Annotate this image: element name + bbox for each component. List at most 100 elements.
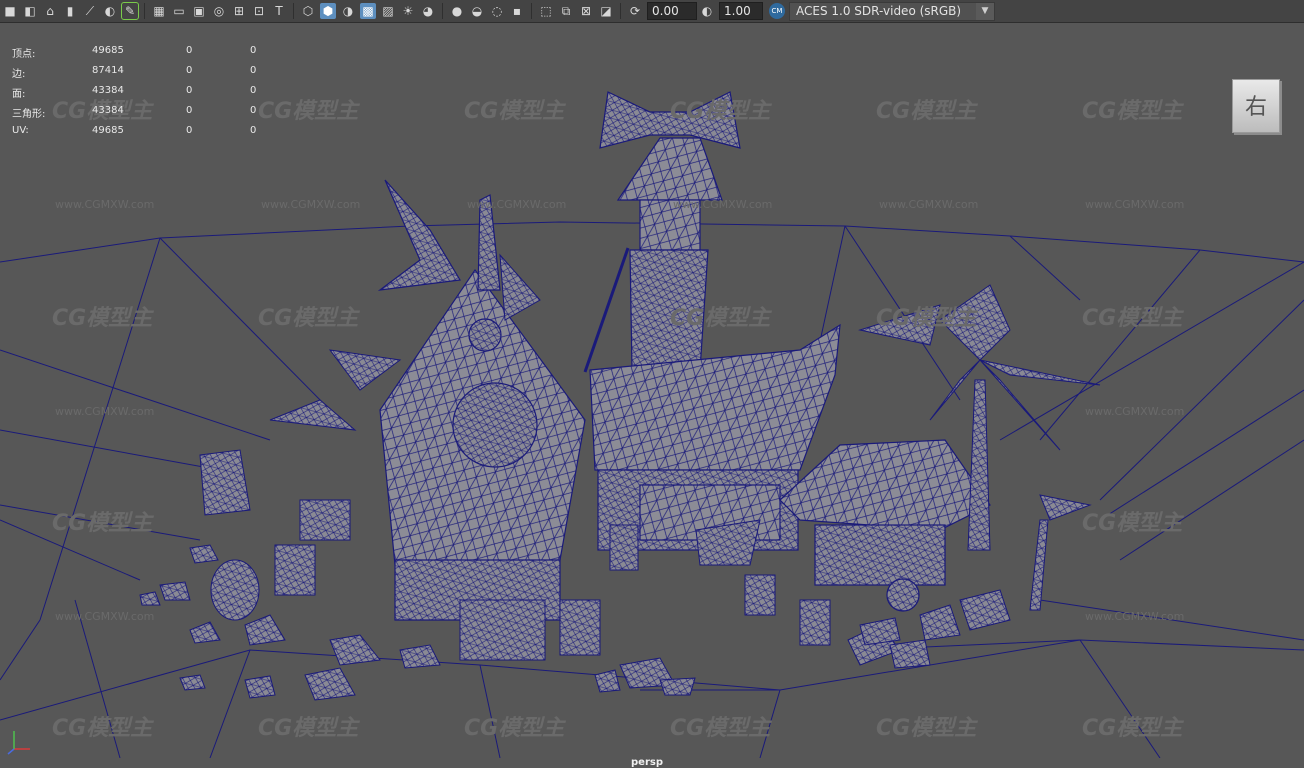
watermark-text: CG模型主 <box>876 306 978 331</box>
backface-icon[interactable]: ◪ <box>598 3 614 19</box>
use-lights-icon[interactable]: ☀ <box>400 3 416 19</box>
hud-value: 0 <box>250 125 257 136</box>
hud-value: 49685 <box>92 125 124 136</box>
isolate-tools: ⬚ ⧉ ⊠ ◪ <box>536 0 616 22</box>
anti-aliasing-icon[interactable]: ◌ <box>489 3 505 19</box>
camera-tools: ■ ◧ ⌂ ▮ ⟋ ◐ ✎ <box>0 0 140 22</box>
toolbar-divider <box>531 3 532 19</box>
watermark-text: CG模型主 <box>258 99 360 124</box>
watermark-url: www.CGMXW.com <box>55 405 154 418</box>
watermark-text: CG模型主 <box>876 99 978 124</box>
watermark-text: CG模型主 <box>670 716 772 741</box>
watermark-text: CG模型主 <box>1082 99 1184 124</box>
safe-action-icon[interactable]: ⊡ <box>251 3 267 19</box>
camera-name-label: persp <box>631 757 663 768</box>
hud-value: 0 <box>186 45 193 56</box>
chevron-down-icon[interactable]: ▼ <box>976 2 994 20</box>
ambient-occlusion-icon[interactable]: ● <box>449 3 465 19</box>
field-chart-icon[interactable]: ⊞ <box>231 3 247 19</box>
hud-value: 49685 <box>92 45 124 56</box>
hud-value: 87414 <box>92 65 124 76</box>
hud-value: 43384 <box>92 105 124 116</box>
grid-icon[interactable]: ◐ <box>102 3 118 19</box>
camera-attributes-icon[interactable]: ◧ <box>22 3 38 19</box>
grid-icon[interactable]: ▦ <box>151 3 167 19</box>
hud-row-faces: 面: 43384 0 0 <box>12 85 272 105</box>
watermark-url: www.CGMXW.com <box>673 198 772 211</box>
watermark-url: www.CGMXW.com <box>55 610 154 623</box>
bookmark-icon[interactable]: ▮ <box>62 3 78 19</box>
color-space-value: ACES 1.0 SDR-video (sRGB) <box>796 3 962 18</box>
watermark-text: CG模型主 <box>1082 716 1184 741</box>
hud-value: 0 <box>250 45 257 56</box>
shading-tools: ⬡ ⬢ ◑ ▩ ▨ ☀ ◕ <box>298 0 438 22</box>
default-material-icon[interactable]: ◑ <box>340 3 356 19</box>
hud-value: 0 <box>250 105 257 116</box>
market-stall-mesh <box>779 439 991 612</box>
3d-viewport[interactable]: CG模型主 CG模型主 CG模型主 CG模型主 CG模型主 CG模型主 www.… <box>0 23 1304 768</box>
exposure-icon[interactable]: ⟳ <box>627 3 643 19</box>
toolbar-divider <box>293 3 294 19</box>
toolbar-divider <box>442 3 443 19</box>
safe-title-icon[interactable]: T <box>271 3 287 19</box>
hud-label: 边: <box>12 69 26 80</box>
hud-label: 面: <box>12 89 26 100</box>
viewport-toolbar: ■ ◧ ⌂ ▮ ⟋ ◐ ✎ ▦ ▭ ▣ ◎ ⊞ ⊡ T ⬡ ⬢ ◑ ▩ ▨ ☀ … <box>0 0 1304 23</box>
render-tools: ● ◒ ◌ ▪ <box>447 0 527 22</box>
hud-row-uvs: UV: 49685 0 0 <box>12 125 272 145</box>
watermark-text: CG模型主 <box>52 306 154 331</box>
watermark-text: CG模型主 <box>464 716 566 741</box>
resolution-gate-icon[interactable]: ▣ <box>191 3 207 19</box>
hud-label: 三角形: <box>12 109 46 120</box>
hud-value: 0 <box>186 105 193 116</box>
axis-gizmo-icon <box>7 731 30 755</box>
watermark-text: CG模型主 <box>670 306 772 331</box>
hud-label: UV: <box>12 125 29 136</box>
watermark-text: CG模型主 <box>670 99 772 124</box>
watermark-text: CG模型主 <box>876 716 978 741</box>
hud-value: 0 <box>186 125 193 136</box>
textured-icon[interactable]: ▩ <box>360 3 376 19</box>
watermark-url: www.CGMXW.com <box>879 198 978 211</box>
exposure-field[interactable]: 0.00 <box>647 2 697 20</box>
watermark-url: www.CGMXW.com <box>261 198 360 211</box>
toolbar-divider <box>144 3 145 19</box>
watermark-text: CG模型主 <box>1082 511 1184 536</box>
depth-of-field-icon[interactable]: ▪ <box>509 3 525 19</box>
select-camera-icon[interactable]: ✎ <box>121 2 139 20</box>
gate-mask-icon[interactable]: ◎ <box>211 3 227 19</box>
watermark-text: CG模型主 <box>52 716 154 741</box>
color-management-icon[interactable]: CM <box>769 3 785 19</box>
hud-value: 0 <box>186 65 193 76</box>
color-space-dropdown[interactable]: ACES 1.0 SDR-video (sRGB) ▼ <box>789 1 995 21</box>
toolbar-divider <box>620 3 621 19</box>
xray-icon[interactable]: ⧉ <box>558 3 574 19</box>
gate-tools: ▦ ▭ ▣ ◎ ⊞ ⊡ T <box>149 0 289 22</box>
camera-icon[interactable]: ■ <box>2 3 18 19</box>
hud-row-vertices: 顶点: 49685 0 0 <box>12 45 272 65</box>
watermark-url: www.CGMXW.com <box>1085 198 1184 211</box>
watermark-text: CG模型主 <box>1082 306 1184 331</box>
gamma-field[interactable]: 1.00 <box>719 2 763 20</box>
watermark-text: CG模型主 <box>258 306 360 331</box>
color-tools: ⟳ 0.00 ◐ 1.00 CM ACES 1.0 SDR-video (sRG… <box>625 0 995 22</box>
hud-value: 0 <box>250 85 257 96</box>
watermark-url: www.CGMXW.com <box>1085 610 1184 623</box>
image-plane-icon[interactable]: ⟋ <box>82 3 98 19</box>
watermark-url: www.CGMXW.com <box>55 198 154 211</box>
smooth-shade-icon[interactable]: ⬢ <box>320 3 336 19</box>
view-cube[interactable]: 右 <box>1232 79 1280 133</box>
motion-blur-icon[interactable]: ◒ <box>469 3 485 19</box>
wireframe-icon[interactable]: ⬡ <box>300 3 316 19</box>
watermark-url: www.CGMXW.com <box>467 198 566 211</box>
xray-joints-icon[interactable]: ⊠ <box>578 3 594 19</box>
main-house-mesh <box>377 179 586 621</box>
checker-icon[interactable]: ▨ <box>380 3 396 19</box>
film-gate-icon[interactable]: ▭ <box>171 3 187 19</box>
gamma-icon[interactable]: ◐ <box>699 3 715 19</box>
watermark-text: CG模型主 <box>52 511 154 536</box>
isolate-icon[interactable]: ⬚ <box>538 3 554 19</box>
bookmark-icon[interactable]: ⌂ <box>42 3 58 19</box>
watermark-url: www.CGMXW.com <box>1085 405 1184 418</box>
shadows-icon[interactable]: ◕ <box>420 3 436 19</box>
